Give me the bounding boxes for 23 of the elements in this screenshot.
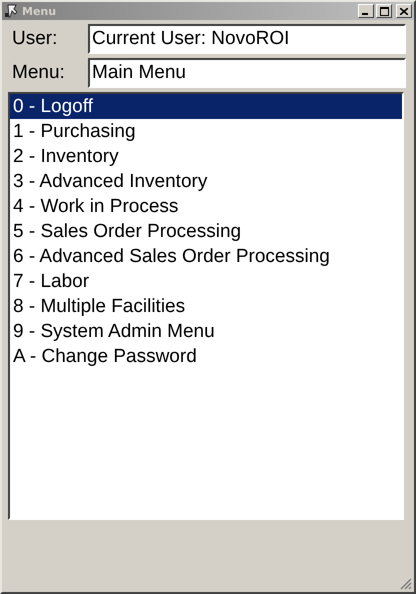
menu-item[interactable]: 6 - Advanced Sales Order Processing [10, 244, 402, 269]
menu-item[interactable]: 4 - Work in Process [10, 194, 402, 219]
menu-item[interactable]: 2 - Inventory [10, 144, 402, 169]
menu-item[interactable]: A - Change Password [10, 344, 402, 369]
text-field[interactable]: Main Menu [88, 58, 406, 88]
menu-item[interactable]: 1 - Purchasing [10, 119, 402, 144]
close-icon [400, 8, 408, 14]
window-title: Menu [22, 4, 58, 18]
minimize-button[interactable] [358, 4, 374, 18]
field-label: User: [12, 28, 58, 50]
app-icon [4, 4, 20, 18]
menu-item[interactable]: 3 - Advanced Inventory [10, 169, 402, 194]
menu-item[interactable]: 5 - Sales Order Processing [10, 219, 402, 244]
resize-grip-icon[interactable] [400, 578, 412, 590]
maximize-button[interactable] [376, 4, 392, 18]
menu-item[interactable]: 8 - Multiple Facilities [10, 294, 402, 319]
maximize-icon [380, 6, 388, 16]
menu-item[interactable]: 0 - Logoff [10, 94, 402, 119]
close-button[interactable] [396, 4, 412, 18]
field-label: Menu: [12, 62, 66, 84]
menu-item[interactable]: 9 - System Admin Menu [10, 319, 402, 344]
menu-item[interactable]: 7 - Labor [10, 269, 402, 294]
text-field[interactable]: Current User: NovoROI [88, 24, 406, 54]
